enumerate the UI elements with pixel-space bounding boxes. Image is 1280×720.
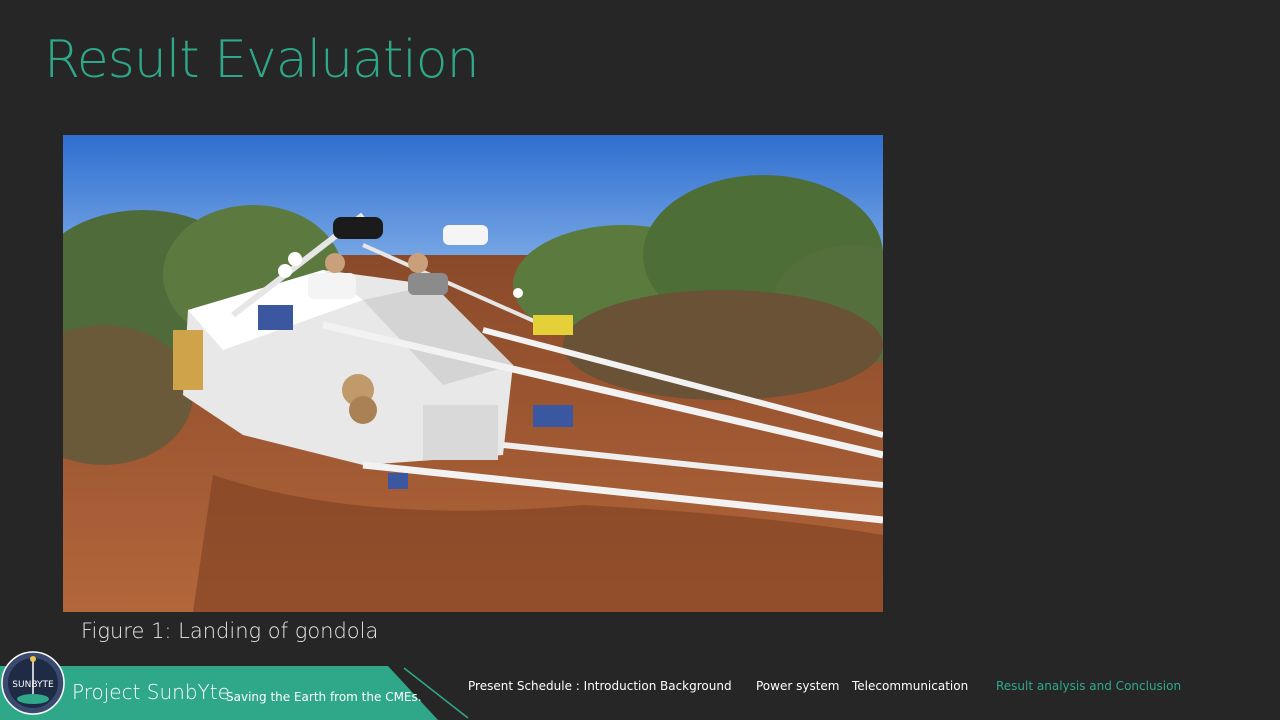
nav-telecommunication[interactable]: Telecommunication — [852, 679, 968, 693]
nav-introduction[interactable]: Present Schedule : Introduction — [468, 679, 656, 693]
figure-caption: Figure 1: Landing of gondola — [81, 619, 379, 643]
nav-background[interactable]: Background — [660, 679, 732, 693]
nav-power-system[interactable]: Power system — [756, 679, 839, 693]
project-name: Project SunbYte — [72, 680, 230, 704]
project-tagline: Saving the Earth from the CMEs. — [226, 690, 422, 704]
gondola-photo — [63, 135, 883, 612]
svg-text:SUNBYTE: SUNBYTE — [12, 680, 54, 690]
slide-title: Result Evaluation — [44, 30, 480, 90]
sunbyte-logo: SUNBYTE — [1, 651, 65, 715]
nav-result-analysis[interactable]: Result analysis and Conclusion — [996, 679, 1181, 693]
